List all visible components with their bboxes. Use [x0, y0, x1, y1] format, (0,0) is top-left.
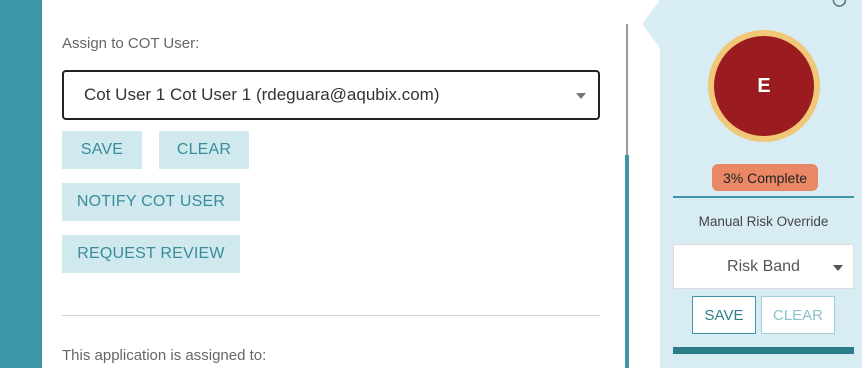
- assign-select-value: Cot User 1 Cot User 1 (rdeguara@aqubix.c…: [84, 85, 440, 104]
- assign-label: Assign to COT User:: [62, 35, 200, 52]
- refresh-icon[interactable]: [832, 0, 848, 8]
- chevron-down-icon: [833, 265, 843, 271]
- clear-button[interactable]: CLEAR: [159, 131, 249, 169]
- main-panel: Assign to COT User: Cot User 1 Cot User …: [42, 0, 642, 368]
- chevron-down-icon: [576, 93, 586, 99]
- notify-cot-user-button[interactable]: NOTIFY COT USER: [62, 183, 240, 221]
- risk-band-placeholder: Risk Band: [727, 257, 800, 275]
- sidebar-bottom-bar: [673, 347, 854, 354]
- scrollbar-thumb[interactable]: [625, 155, 629, 368]
- risk-grade-letter: E: [757, 74, 771, 97]
- risk-band-select[interactable]: Risk Band: [673, 244, 854, 289]
- section-divider: [62, 315, 600, 316]
- assign-cot-user-select[interactable]: Cot User 1 Cot User 1 (rdeguara@aqubix.c…: [62, 70, 600, 120]
- left-accent-strip: [0, 0, 42, 368]
- save-button[interactable]: SAVE: [62, 131, 142, 169]
- sidebar-divider: [673, 196, 854, 198]
- risk-grade-badge: E: [708, 30, 820, 142]
- sidebar-notch: [642, 0, 660, 48]
- sidebar-clear-button[interactable]: CLEAR: [761, 296, 835, 334]
- progress-badge: 3% Complete: [712, 164, 818, 191]
- request-review-button[interactable]: REQUEST REVIEW: [62, 235, 240, 273]
- manual-risk-override-label: Manual Risk Override: [698, 214, 829, 229]
- assigned-to-label: This application is assigned to:: [62, 347, 267, 364]
- sidebar-save-button[interactable]: SAVE: [692, 296, 756, 334]
